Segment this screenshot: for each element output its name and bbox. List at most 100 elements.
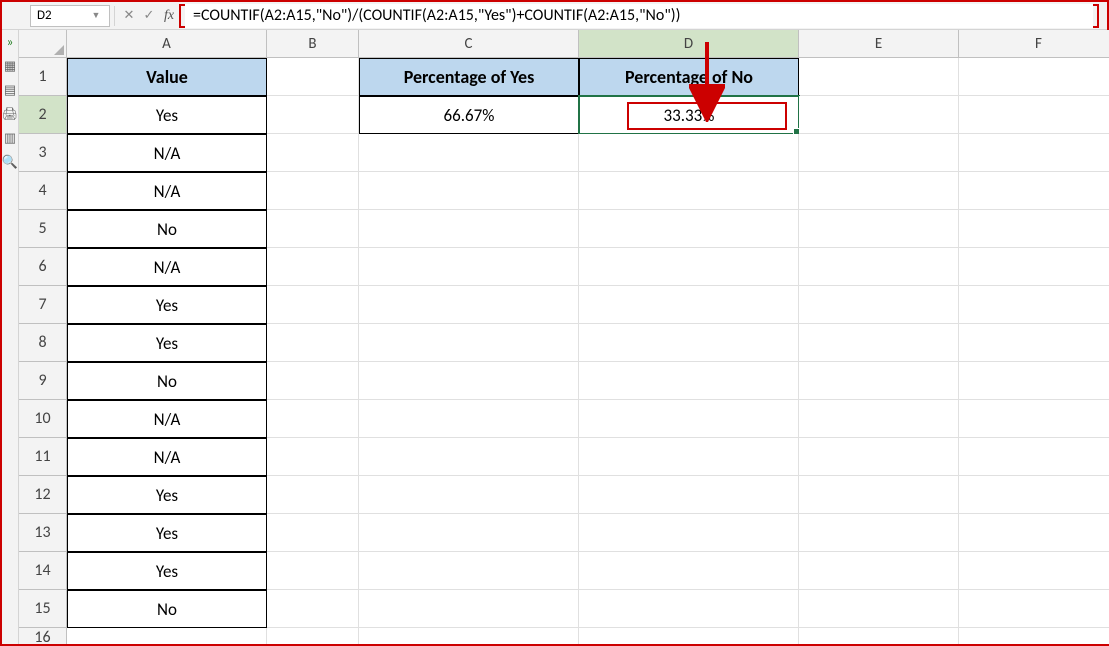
cell-D10[interactable]: [579, 400, 799, 438]
row-header-14[interactable]: 14: [19, 552, 67, 590]
cell-C16[interactable]: [359, 628, 579, 644]
cell-B9[interactable]: [267, 362, 359, 400]
row-header-12[interactable]: 12: [19, 476, 67, 514]
cell-D9[interactable]: [579, 362, 799, 400]
cell-F1[interactable]: [959, 58, 1109, 96]
cell-C11[interactable]: [359, 438, 579, 476]
row-header-13[interactable]: 13: [19, 514, 67, 552]
cell-C13[interactable]: [359, 514, 579, 552]
cell-E7[interactable]: [799, 286, 959, 324]
cell-B4[interactable]: [267, 172, 359, 210]
cell-D4[interactable]: [579, 172, 799, 210]
cell-B8[interactable]: [267, 324, 359, 362]
cell-F14[interactable]: [959, 552, 1109, 590]
cell-C12[interactable]: [359, 476, 579, 514]
cell-B13[interactable]: [267, 514, 359, 552]
cell-E6[interactable]: [799, 248, 959, 286]
cell-A2[interactable]: Yes: [67, 96, 267, 134]
select-all-corner[interactable]: [19, 30, 67, 58]
cell-A5[interactable]: No: [67, 210, 267, 248]
cell-B10[interactable]: [267, 400, 359, 438]
cell-D13[interactable]: [579, 514, 799, 552]
row-header-11[interactable]: 11: [19, 438, 67, 476]
cell-E8[interactable]: [799, 324, 959, 362]
cell-E13[interactable]: [799, 514, 959, 552]
cell-E11[interactable]: [799, 438, 959, 476]
cell-D1[interactable]: Percentage of No: [579, 58, 799, 96]
row-header-5[interactable]: 5: [19, 210, 67, 248]
cell-B14[interactable]: [267, 552, 359, 590]
cell-E10[interactable]: [799, 400, 959, 438]
cell-F15[interactable]: [959, 590, 1109, 628]
print-icon[interactable]: 🖨: [2, 106, 18, 122]
cell-F13[interactable]: [959, 514, 1109, 552]
cell-B11[interactable]: [267, 438, 359, 476]
cell-E15[interactable]: [799, 590, 959, 628]
name-box-dropdown-icon[interactable]: ▼: [89, 10, 103, 21]
cell-B6[interactable]: [267, 248, 359, 286]
cell-F5[interactable]: [959, 210, 1109, 248]
toolbar-icon-2[interactable]: ▤: [2, 82, 18, 98]
row-header-10[interactable]: 10: [19, 400, 67, 438]
row-header-15[interactable]: 15: [19, 590, 67, 628]
cell-B1[interactable]: [267, 58, 359, 96]
cell-D15[interactable]: [579, 590, 799, 628]
cell-A13[interactable]: Yes: [67, 514, 267, 552]
cell-F11[interactable]: [959, 438, 1109, 476]
cell-E12[interactable]: [799, 476, 959, 514]
row-header-3[interactable]: 3: [19, 134, 67, 172]
cell-D6[interactable]: [579, 248, 799, 286]
cell-D7[interactable]: [579, 286, 799, 324]
cell-D5[interactable]: [579, 210, 799, 248]
cell-F2[interactable]: [959, 96, 1109, 134]
cell-B2[interactable]: [267, 96, 359, 134]
confirm-formula-button[interactable]: ✓: [139, 6, 159, 26]
cell-B12[interactable]: [267, 476, 359, 514]
cell-C15[interactable]: [359, 590, 579, 628]
toolbar-icon-1[interactable]: ▦: [2, 58, 18, 74]
cell-D14[interactable]: [579, 552, 799, 590]
cell-A15[interactable]: No: [67, 590, 267, 628]
cell-D2[interactable]: 33.33%: [579, 96, 799, 134]
cell-C14[interactable]: [359, 552, 579, 590]
cell-A14[interactable]: Yes: [67, 552, 267, 590]
cell-F7[interactable]: [959, 286, 1109, 324]
col-header-C[interactable]: C: [359, 30, 579, 58]
cell-C6[interactable]: [359, 248, 579, 286]
cell-C5[interactable]: [359, 210, 579, 248]
cell-C2[interactable]: 66.67%: [359, 96, 579, 134]
cell-F16[interactable]: [959, 628, 1109, 644]
cell-D16[interactable]: [579, 628, 799, 644]
cell-E5[interactable]: [799, 210, 959, 248]
cell-B15[interactable]: [267, 590, 359, 628]
cell-E4[interactable]: [799, 172, 959, 210]
col-header-B[interactable]: B: [267, 30, 359, 58]
cell-D11[interactable]: [579, 438, 799, 476]
col-header-D[interactable]: D: [579, 30, 799, 58]
cell-A1[interactable]: Value: [67, 58, 267, 96]
row-header-4[interactable]: 4: [19, 172, 67, 210]
expand-ribbon-icon[interactable]: »: [2, 34, 18, 50]
cell-F4[interactable]: [959, 172, 1109, 210]
cell-B16[interactable]: [267, 628, 359, 644]
col-header-E[interactable]: E: [799, 30, 959, 58]
row-header-16[interactable]: 16: [19, 628, 67, 644]
cell-C4[interactable]: [359, 172, 579, 210]
cell-B3[interactable]: [267, 134, 359, 172]
cell-A7[interactable]: Yes: [67, 286, 267, 324]
row-header-6[interactable]: 6: [19, 248, 67, 286]
cell-F12[interactable]: [959, 476, 1109, 514]
cell-A11[interactable]: N/A: [67, 438, 267, 476]
cell-E1[interactable]: [799, 58, 959, 96]
row-header-8[interactable]: 8: [19, 324, 67, 362]
toolbar-icon-4[interactable]: ▥: [2, 130, 18, 146]
cell-E2[interactable]: [799, 96, 959, 134]
row-header-7[interactable]: 7: [19, 286, 67, 324]
cell-E9[interactable]: [799, 362, 959, 400]
col-header-F[interactable]: F: [959, 30, 1109, 58]
cell-C7[interactable]: [359, 286, 579, 324]
cell-D8[interactable]: [579, 324, 799, 362]
insert-function-button[interactable]: fx: [159, 6, 179, 26]
cell-E3[interactable]: [799, 134, 959, 172]
cell-C8[interactable]: [359, 324, 579, 362]
